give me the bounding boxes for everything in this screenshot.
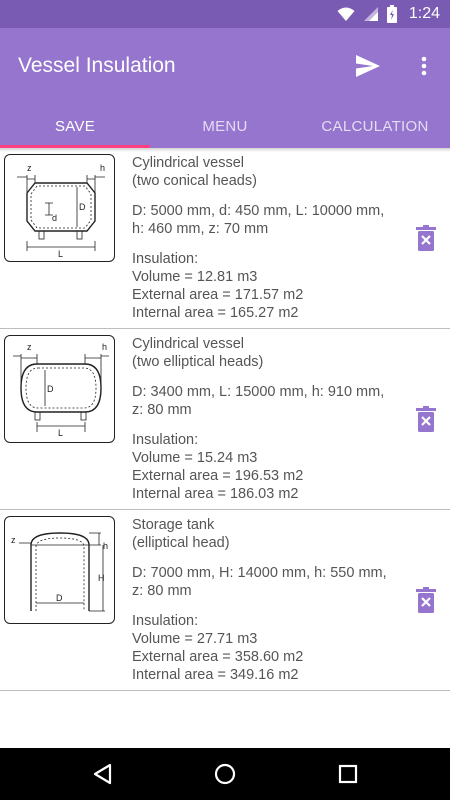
nav-recents-icon xyxy=(339,764,358,784)
delete-button[interactable] xyxy=(414,224,438,252)
vessel-diagram-elliptical: z h D L xyxy=(4,335,115,443)
item-title: Cylindrical vessel xyxy=(132,155,245,171)
list-item[interactable]: z h D L Cylindrical vessel (two elliptic… xyxy=(0,329,450,510)
signal-icon xyxy=(363,6,379,22)
item-subtitle: (elliptical head) xyxy=(132,535,230,551)
insulation-label: Insulation: xyxy=(132,432,199,448)
item-dimensions-line2: z: 80 mm xyxy=(132,583,192,599)
diagram-label-D: D xyxy=(47,384,54,394)
storage-tank-diagram: z h H D xyxy=(4,516,115,624)
more-options-button[interactable] xyxy=(408,50,440,82)
list-item[interactable]: z h H D Storage tank (elliptical head) D… xyxy=(0,510,450,691)
volume-value: Volume = 15.24 m3 xyxy=(132,450,258,466)
diagram-label-H: H xyxy=(98,573,105,583)
volume-value: Volume = 12.81 m3 xyxy=(132,269,258,285)
send-icon xyxy=(356,55,380,77)
vessel-diagram-conical: z h d D L xyxy=(4,154,115,262)
item-subtitle: (two conical heads) xyxy=(132,173,257,189)
tab-save[interactable]: SAVE xyxy=(0,104,150,148)
external-area-value: External area = 358.60 m2 xyxy=(132,649,304,665)
nav-back-button[interactable] xyxy=(82,754,122,794)
item-subtitle: (two elliptical heads) xyxy=(132,354,264,370)
diagram-label-D: D xyxy=(56,593,63,603)
app-title: Vessel Insulation xyxy=(18,54,176,77)
item-details: Cylindrical vessel (two elliptical heads… xyxy=(132,335,402,503)
tab-menu[interactable]: MENU xyxy=(150,104,300,148)
delete-button[interactable] xyxy=(414,586,438,614)
delete-icon xyxy=(416,225,436,251)
diagram-label-L: L xyxy=(58,428,63,438)
diagram-label-z: z xyxy=(27,163,32,173)
tab-calculation[interactable]: CALCULATION xyxy=(300,104,450,148)
more-vert-icon xyxy=(421,56,427,76)
internal-area-value: Internal area = 349.16 m2 xyxy=(132,667,299,683)
system-nav-bar xyxy=(0,748,450,800)
item-dimensions-line1: D: 5000 mm, d: 450 mm, L: 10000 mm, xyxy=(132,203,385,219)
item-dimensions-line1: D: 3400 mm, L: 15000 mm, h: 910 mm, xyxy=(132,384,385,400)
delete-button[interactable] xyxy=(414,405,438,433)
internal-area-value: Internal area = 165.27 m2 xyxy=(132,305,299,321)
nav-home-button[interactable] xyxy=(205,754,245,794)
battery-icon xyxy=(386,5,397,23)
diagram-label-D: D xyxy=(79,202,86,212)
insulation-label: Insulation: xyxy=(132,251,199,267)
saved-calculations-list: z h d D L Cylindrical vessel (two conica… xyxy=(0,148,450,748)
diagram-label-h: h xyxy=(103,541,108,551)
delete-icon xyxy=(416,587,436,613)
item-dimensions-line1: D: 7000 mm, H: 14000 mm, h: 550 mm, xyxy=(132,565,387,581)
wifi-icon xyxy=(337,6,355,22)
item-title: Storage tank xyxy=(132,517,215,533)
diagram-label-z: z xyxy=(11,535,16,545)
app-bar: Vessel Insulation xyxy=(0,28,450,104)
nav-back-icon xyxy=(93,763,111,785)
item-details: Cylindrical vessel (two conical heads) D… xyxy=(132,154,402,322)
send-button[interactable] xyxy=(352,50,384,82)
item-dimensions-line2: h: 460 mm, z: 70 mm xyxy=(132,221,269,237)
nav-home-icon xyxy=(214,763,236,785)
list-item[interactable]: z h d D L Cylindrical vessel (two conica… xyxy=(0,148,450,329)
nav-recents-button[interactable] xyxy=(328,754,368,794)
app-actions xyxy=(352,50,440,82)
item-dimensions-line2: z: 80 mm xyxy=(132,402,192,418)
diagram-label-h: h xyxy=(102,342,107,352)
external-area-value: External area = 171.57 m2 xyxy=(132,287,304,303)
internal-area-value: Internal area = 186.03 m2 xyxy=(132,486,299,502)
volume-value: Volume = 27.71 m3 xyxy=(132,631,258,647)
tab-bar: SAVE MENU CALCULATION xyxy=(0,104,450,148)
diagram-label-d: d xyxy=(52,213,57,223)
diagram-label-h: h xyxy=(100,163,105,173)
diagram-label-L: L xyxy=(58,249,63,259)
item-details: Storage tank (elliptical head) D: 7000 m… xyxy=(132,516,402,684)
diagram-label-z: z xyxy=(27,342,32,352)
item-title: Cylindrical vessel xyxy=(132,336,245,352)
status-time: 1:24 xyxy=(408,5,440,22)
insulation-label: Insulation: xyxy=(132,613,199,629)
external-area-value: External area = 196.53 m2 xyxy=(132,468,304,484)
status-bar: 1:24 xyxy=(0,0,450,28)
delete-icon xyxy=(416,406,436,432)
